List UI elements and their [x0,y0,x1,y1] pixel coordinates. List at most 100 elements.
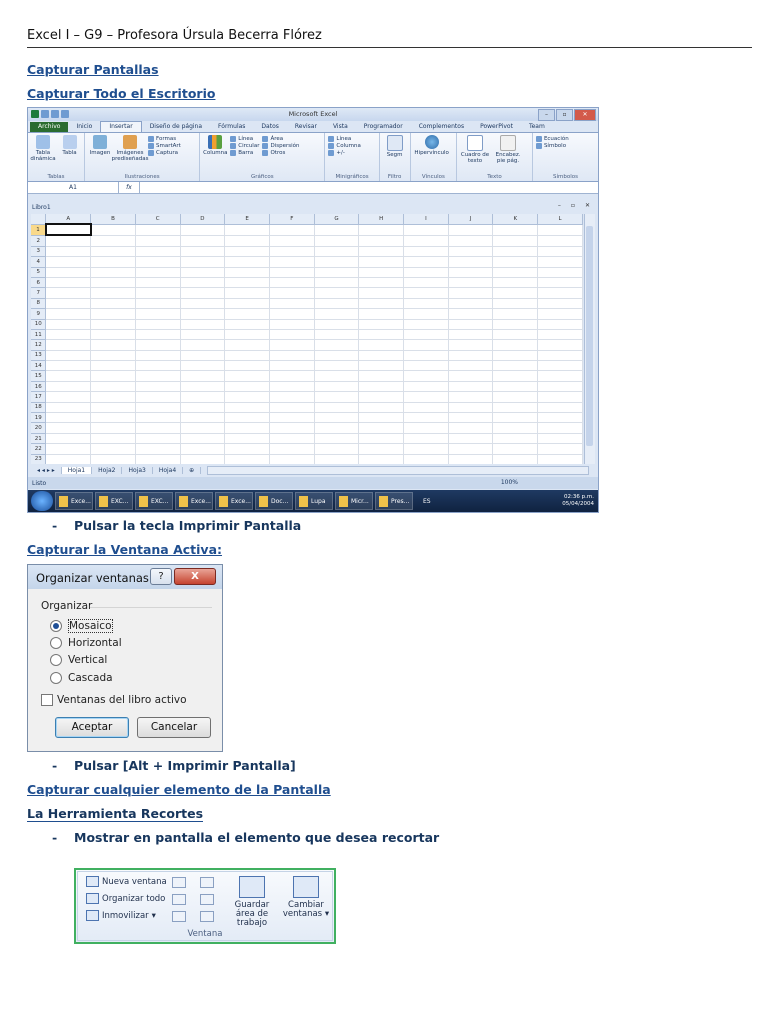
grid-cell[interactable] [90,308,136,320]
grid-cell[interactable] [492,370,539,382]
grid-cell[interactable] [224,370,270,382]
grid-cell[interactable] [492,360,539,372]
grid-cell[interactable] [492,256,539,268]
grid-cell[interactable] [90,224,136,236]
language-indicator[interactable]: ES [423,498,431,505]
grid-cell[interactable] [448,339,494,351]
radio-cascada[interactable]: Cascada [50,672,113,684]
grid-cell[interactable] [45,277,92,289]
grid-cell[interactable] [45,339,92,351]
row-header[interactable]: 16 [31,381,47,393]
grid-cell[interactable] [224,350,270,362]
grid-cell[interactable] [45,308,92,320]
grid-cell[interactable] [180,422,226,434]
tab-team[interactable]: Team [521,122,553,132]
tab-powerpivot[interactable]: PowerPivot [472,122,521,132]
grid-cell[interactable] [537,267,583,278]
grid-cell[interactable] [492,402,539,414]
tab-programador[interactable]: Programador [356,122,411,132]
grid-cell[interactable] [45,422,92,434]
row-header[interactable]: 19 [31,412,47,424]
reset-window-position-icon[interactable] [200,911,214,922]
row-header[interactable]: 1 [31,224,47,236]
grid-cell[interactable] [269,350,315,362]
grid-cell[interactable] [224,308,270,320]
grid-cell[interactable] [492,422,539,434]
grid-cell[interactable] [537,308,583,320]
simbolo-button[interactable]: Símbolo [536,143,569,149]
grid-cell[interactable] [537,339,583,351]
grid-table[interactable]: A B C D E F G H I J K L 1 2 3 4 5 6 7 8 9 10 11 12 13 14 15 16 17 18 1… [31,214,583,464]
grid-cell[interactable] [448,319,494,330]
column-header[interactable]: I [403,214,449,225]
row-header[interactable]: 8 [31,298,47,310]
view-side-by-side-icon[interactable] [200,877,214,888]
grid-cell[interactable] [269,412,315,424]
row-header[interactable]: 15 [31,370,47,382]
grid-cell[interactable] [269,298,315,310]
radio-horizontal[interactable]: Horizontal [50,637,122,649]
grid-cell[interactable] [403,287,449,299]
row-header[interactable]: 13 [31,350,47,362]
grid-cell[interactable] [90,298,136,310]
name-box[interactable]: A1 [28,182,119,193]
grid-cell[interactable] [135,277,181,289]
grid-cell[interactable] [403,391,449,403]
grid-cell[interactable] [180,287,226,299]
grid-cell[interactable] [358,246,405,258]
grid-cell[interactable] [269,402,315,414]
grid-cell[interactable] [90,454,136,464]
grid-cell[interactable] [269,391,315,403]
grid-cell[interactable] [269,422,315,434]
grid-cell[interactable] [269,235,315,247]
grid-cell[interactable] [224,412,270,424]
grid-cell[interactable] [537,277,583,289]
grid-cell[interactable] [180,412,226,424]
grid-cell[interactable] [45,246,92,258]
grid-cell[interactable] [492,391,539,403]
grid-cell[interactable] [403,246,449,258]
grid-cell[interactable] [90,443,136,455]
grid-cell[interactable] [90,412,136,424]
grid-cell[interactable] [448,308,494,320]
grid-cell[interactable] [45,443,92,455]
grid-cell[interactable] [314,308,360,320]
grid-cell[interactable] [224,381,270,393]
grid-cell[interactable] [45,350,92,362]
grid-cell[interactable] [492,433,539,445]
grid-cell[interactable] [448,329,494,341]
grid-cell[interactable] [492,454,539,464]
grid-cell[interactable] [90,360,136,372]
grid-cell[interactable] [358,298,405,310]
grid-cell[interactable] [135,370,181,382]
grid-cell[interactable] [492,329,539,341]
tab-insertar[interactable]: Insertar [100,121,142,132]
grid-cell[interactable] [358,319,405,330]
grid-cell[interactable] [492,287,539,299]
sheet-tab-hoja3[interactable]: Hoja3 [122,466,153,474]
grid-cell[interactable] [314,443,360,455]
grid-cell[interactable] [314,422,360,434]
grid-cell[interactable] [269,319,315,330]
grid-cell[interactable] [537,433,583,445]
grid-cell[interactable] [180,381,226,393]
formula-input[interactable] [139,182,598,193]
grid-cell[interactable] [492,350,539,362]
grid-cell[interactable] [314,277,360,289]
grid-cell[interactable] [90,339,136,351]
grid-cell[interactable] [224,298,270,310]
grid-cell[interactable] [45,370,92,382]
workbook-restore-button[interactable]: ▫ [571,202,575,209]
grid-cell[interactable] [358,360,405,372]
grid-cell[interactable] [224,235,270,247]
grid-cell[interactable] [448,412,494,424]
grid-cell[interactable] [448,391,494,403]
grid-cell[interactable] [90,256,136,268]
grid-cell[interactable] [314,339,360,351]
grid-cell[interactable] [224,391,270,403]
grid-cell[interactable] [180,360,226,372]
grid-cell[interactable] [358,339,405,351]
sheet-tab-hoja4[interactable]: Hoja4 [153,466,184,474]
grid-cell[interactable] [135,339,181,351]
taskbar-item[interactable]: EXC... [135,492,173,510]
